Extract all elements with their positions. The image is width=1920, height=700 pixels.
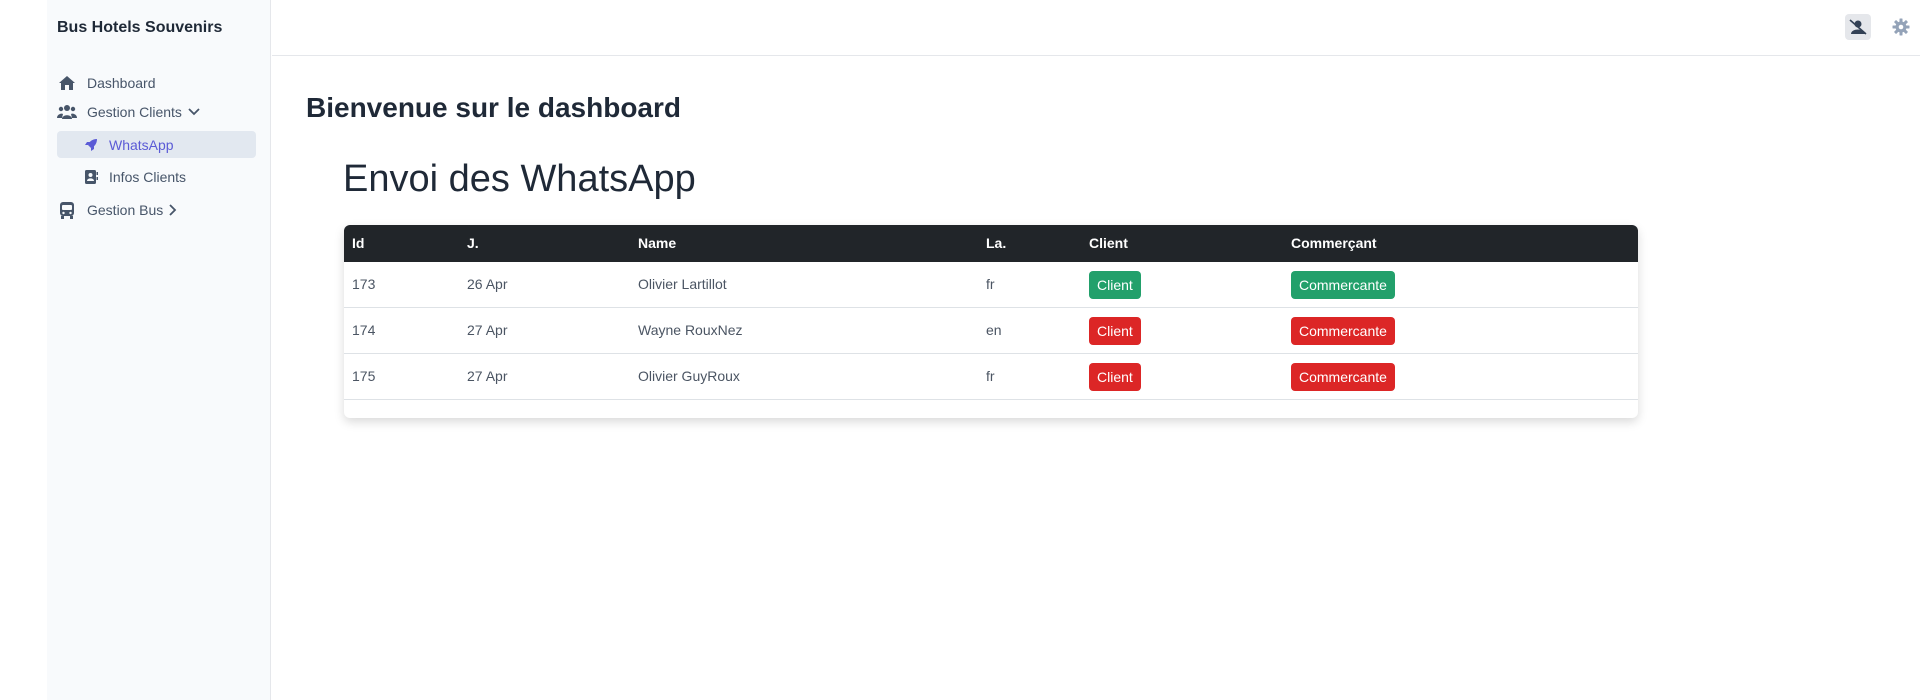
brand-title[interactable]: Bus Hotels Souvenirs [57, 19, 222, 37]
cell-commercant: Commercante [1291, 354, 1395, 400]
bus-icon [57, 201, 77, 219]
page-title: Bienvenue sur le dashboard [306, 92, 681, 123]
sidebar-item-dashboard[interactable]: Dashboard [57, 70, 156, 96]
column-header-lang: La. [986, 235, 1007, 251]
cell-name: Wayne RouxNez [638, 322, 743, 338]
sidebar-item-label: Infos Clients [109, 168, 187, 185]
column-header-name: Name [638, 235, 677, 251]
chevron-right-icon [169, 204, 177, 216]
table-row: 173 26 Apr Olivier Lartillot fr Client C… [344, 262, 1638, 308]
cell-commercant: Commercante [1291, 262, 1395, 308]
cell-id: 175 [352, 368, 376, 384]
cell-client: Client [1089, 308, 1141, 354]
cell-id: 174 [352, 322, 376, 338]
sidebar-item-label: Gestion Clients [87, 104, 182, 120]
sidebar: Bus Hotels Souvenirs Dashboard Gestion C… [47, 0, 271, 700]
cell-day: 26 Apr [467, 276, 508, 292]
left-gutter [0, 0, 47, 700]
column-header-client: Client [1089, 235, 1128, 251]
cell-client: Client [1089, 354, 1141, 400]
rocket-icon [83, 137, 99, 153]
commercante-button[interactable]: Commercante [1291, 271, 1395, 299]
cell-day: 27 Apr [467, 322, 508, 338]
section-title: Envoi des WhatsApp [343, 158, 696, 200]
column-header-id: Id [352, 235, 365, 251]
cell-client: Client [1089, 262, 1141, 308]
client-button[interactable]: Client [1089, 317, 1141, 345]
cell-name: Olivier Lartillot [638, 276, 727, 292]
client-button[interactable]: Client [1089, 363, 1141, 391]
contact-card-icon [83, 169, 99, 185]
commercante-button[interactable]: Commercante [1291, 363, 1395, 391]
cell-id: 173 [352, 276, 376, 292]
topbar [272, 0, 1920, 56]
cell-lang: en [986, 322, 1002, 338]
chevron-down-icon [188, 108, 200, 116]
table-row: 175 27 Apr Olivier GuyRoux fr Client Com… [344, 354, 1638, 400]
column-header-commercant: Commerçant [1291, 235, 1377, 251]
users-icon [57, 103, 77, 121]
commercante-button[interactable]: Commercante [1291, 317, 1395, 345]
table-row: 174 27 Apr Wayne RouxNez en Client Comme… [344, 308, 1638, 354]
sidebar-item-whatsapp[interactable]: WhatsApp [57, 131, 256, 158]
home-icon [57, 74, 77, 92]
sidebar-item-gestion-clients[interactable]: Gestion Clients [57, 99, 200, 125]
sidebar-item-label: WhatsApp [109, 136, 174, 153]
sidebar-item-gestion-bus[interactable]: Gestion Bus [57, 197, 177, 223]
gear-icon[interactable] [1888, 14, 1914, 40]
sidebar-item-label: Dashboard [87, 75, 156, 91]
whatsapp-table: Id J. Name La. Client Commerçant 173 26 … [344, 225, 1638, 418]
cell-commercant: Commercante [1291, 308, 1395, 354]
cell-lang: fr [986, 276, 995, 292]
sidebar-item-label: Gestion Bus [87, 202, 164, 218]
table-header: Id J. Name La. Client Commerçant [344, 225, 1638, 262]
user-slash-icon[interactable] [1845, 14, 1871, 40]
client-button[interactable]: Client [1089, 271, 1141, 299]
cell-day: 27 Apr [467, 368, 508, 384]
cell-lang: fr [986, 368, 995, 384]
column-header-day: J. [467, 235, 479, 251]
sidebar-item-infos-clients[interactable]: Infos Clients [57, 163, 256, 190]
cell-name: Olivier GuyRoux [638, 368, 740, 384]
